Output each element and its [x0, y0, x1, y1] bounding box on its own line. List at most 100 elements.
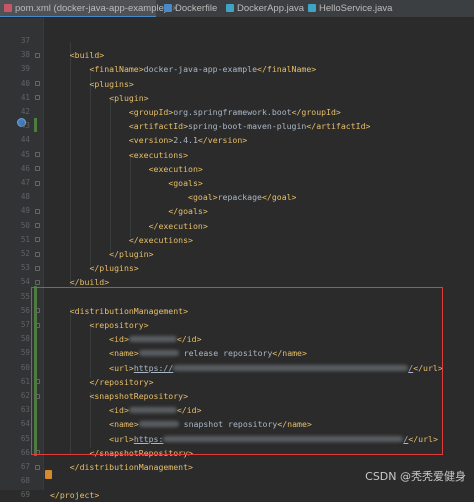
code-line: </snapshotRepository>: [50, 446, 193, 460]
line-number: 69: [20, 490, 30, 500]
fold-toggle-icon[interactable]: [35, 308, 40, 314]
tab-3[interactable]: HelloService.java: [304, 0, 404, 17]
fold-toggle-icon[interactable]: [35, 379, 40, 385]
line-number: 58: [20, 334, 30, 344]
code-line: </plugins>: [50, 261, 139, 275]
line-number: 54: [20, 277, 30, 287]
fold-toggle-icon[interactable]: [35, 279, 40, 285]
code-line: <goal>repackage</goal>: [50, 190, 296, 204]
code-line: <version>2.4.1</version>: [50, 133, 247, 147]
line-number: 51: [20, 234, 30, 244]
xml-tag: <groupId>: [128, 107, 174, 117]
fold-toggle-icon[interactable]: [35, 166, 40, 172]
code-line: <url>https:/</url>: [50, 432, 438, 446]
xml-tag: </version>: [197, 135, 248, 146]
fold-toggle-icon[interactable]: [35, 223, 40, 229]
code-line: <finalName>docker-java-app-example</fina…: [50, 62, 316, 76]
fold-toggle-icon[interactable]: [35, 52, 40, 58]
xml-tag: </url>: [413, 362, 443, 373]
tab-label: DockerApp.java: [237, 3, 305, 14]
fold-toggle-icon[interactable]: [35, 464, 40, 470]
line-number: 40: [20, 78, 30, 88]
xml-tag: <goals>: [168, 178, 203, 188]
fold-toggle-icon[interactable]: [35, 237, 40, 243]
code-line: <name> snapshot repository</name>: [50, 417, 312, 431]
code-line: <id> </id>: [50, 403, 201, 417]
code-line: <build>: [50, 48, 105, 62]
line-number: 37: [20, 36, 30, 45]
code-line: <id> </id>: [50, 332, 202, 346]
code-line: </goals>: [50, 204, 208, 218]
code-text: repackage: [217, 192, 262, 203]
line-number: 39: [20, 64, 30, 74]
xml-tag: </finalName>: [257, 64, 317, 75]
tab-1[interactable]: Dockerfile: [160, 0, 220, 17]
fold-toggle-icon[interactable]: [35, 95, 40, 101]
line-number: 59: [20, 348, 30, 358]
tab-2[interactable]: DockerApp.java: [222, 0, 305, 17]
code-editor[interactable]: <build> <finalName>docker-java-app-examp…: [44, 18, 474, 500]
xml-tag: <url>: [109, 362, 134, 373]
xml-tag: <plugin>: [109, 92, 149, 103]
xml-tag: <executions>: [128, 149, 189, 160]
fold-toggle-icon[interactable]: [35, 322, 40, 328]
xml-tag: </id>: [176, 334, 202, 345]
xml-tag: </goals>: [168, 206, 208, 217]
code-text: https://: [133, 362, 174, 373]
watermark: CSDN @秃秃爱健身: [365, 470, 466, 483]
fold-toggle-icon[interactable]: [35, 251, 40, 257]
line-number: 50: [20, 220, 30, 230]
tab-0[interactable]: pom.xml (docker-java-app-example) ×: [0, 0, 178, 17]
fold-toggle-icon[interactable]: [35, 81, 40, 87]
java-class-icon: [226, 4, 234, 12]
java-class-icon: [308, 4, 316, 12]
line-number: 44: [20, 135, 30, 145]
maven-module-icon: [45, 470, 52, 479]
xml-tag: <id>: [109, 334, 129, 345]
line-number: 62: [20, 391, 30, 400]
line-number: 48: [20, 192, 30, 202]
code-line: <url>https:///</url>: [50, 361, 443, 375]
xml-tag: <snapshotRepository>: [89, 391, 189, 401]
code-line: </executions>: [50, 233, 193, 247]
code-line: <groupId>org.springframework.boot</group…: [50, 105, 341, 119]
xml-tag: <build>: [69, 50, 105, 61]
line-number: 66: [20, 447, 30, 457]
code-line: <goals>: [50, 176, 203, 190]
code-line: </execution>: [50, 219, 208, 233]
xml-tag: </plugin>: [109, 249, 154, 259]
code-line: </build>: [50, 275, 109, 289]
fold-toggle-icon[interactable]: [35, 208, 40, 214]
xml-tag: </plugins>: [89, 263, 139, 274]
fold-toggle-icon[interactable]: [35, 450, 40, 456]
fold-toggle-icon[interactable]: [35, 180, 40, 186]
xml-tag: </repository>: [89, 376, 154, 387]
fold-toggle-icon[interactable]: [35, 393, 40, 399]
code-text: docker-java-app-example: [143, 64, 258, 75]
editor-tab-bar: pom.xml (docker-java-app-example) × Docker…: [0, 0, 474, 18]
line-number: 38: [20, 50, 30, 60]
code-line: <execution>: [50, 162, 203, 176]
xml-tag: </execution>: [148, 220, 208, 231]
xml-tag: <id>: [109, 405, 129, 416]
fold-toggle-icon[interactable]: [35, 152, 40, 158]
fold-toggle-icon[interactable]: [35, 265, 40, 271]
line-number: 43: [20, 121, 30, 131]
